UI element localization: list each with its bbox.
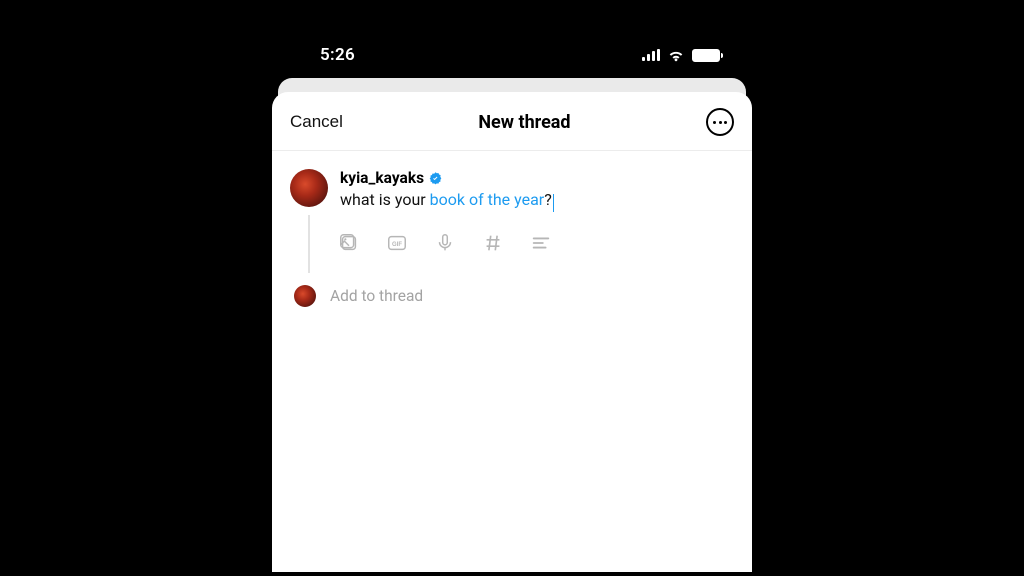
attachment-row: GIF [272,219,752,255]
sheet-header: Cancel New thread [272,92,752,151]
thread-connector-line [308,215,310,273]
attach-poll-button[interactable] [530,231,554,255]
svg-text:GIF: GIF [392,242,402,248]
avatar[interactable] [290,169,328,207]
cancel-button[interactable]: Cancel [290,112,343,132]
compose-text-input[interactable]: what is your book of the year? [340,189,734,211]
cellular-icon [642,49,660,61]
compose-text-suffix: ? [544,190,552,209]
attach-hashtag-button[interactable] [482,231,506,255]
more-options-button[interactable] [706,108,734,136]
compose-text-tag: book of the year [430,190,545,209]
sheet-title: New thread [478,112,570,133]
add-thread-label: Add to thread [330,287,423,305]
ellipsis-icon [713,121,727,124]
status-time: 5:26 [320,45,355,65]
avatar-small [294,285,316,307]
attach-image-button[interactable] [338,231,362,255]
verified-badge-icon [428,171,443,186]
user-row: kyia_kayaks [340,169,734,187]
wifi-icon [667,49,685,62]
compose-row: kyia_kayaks what is your book of the yea… [272,151,752,219]
add-thread-row[interactable]: Add to thread [272,267,752,307]
compose-body: kyia_kayaks what is your book of the yea… [340,169,734,211]
status-icons [642,49,720,62]
compose-sheet: Cancel New thread kyia_kayaks what is yo… [272,92,752,572]
attach-audio-button[interactable] [434,231,458,255]
username: kyia_kayaks [340,169,424,187]
battery-icon [692,49,720,62]
attach-gif-button[interactable]: GIF [386,231,410,255]
dynamic-island [442,38,582,74]
compose-text-prefix: what is your [340,190,430,209]
status-bar: 5:26 [272,28,752,82]
text-cursor [553,194,555,212]
phone-frame: 5:26 Cancel New thread [272,28,752,572]
